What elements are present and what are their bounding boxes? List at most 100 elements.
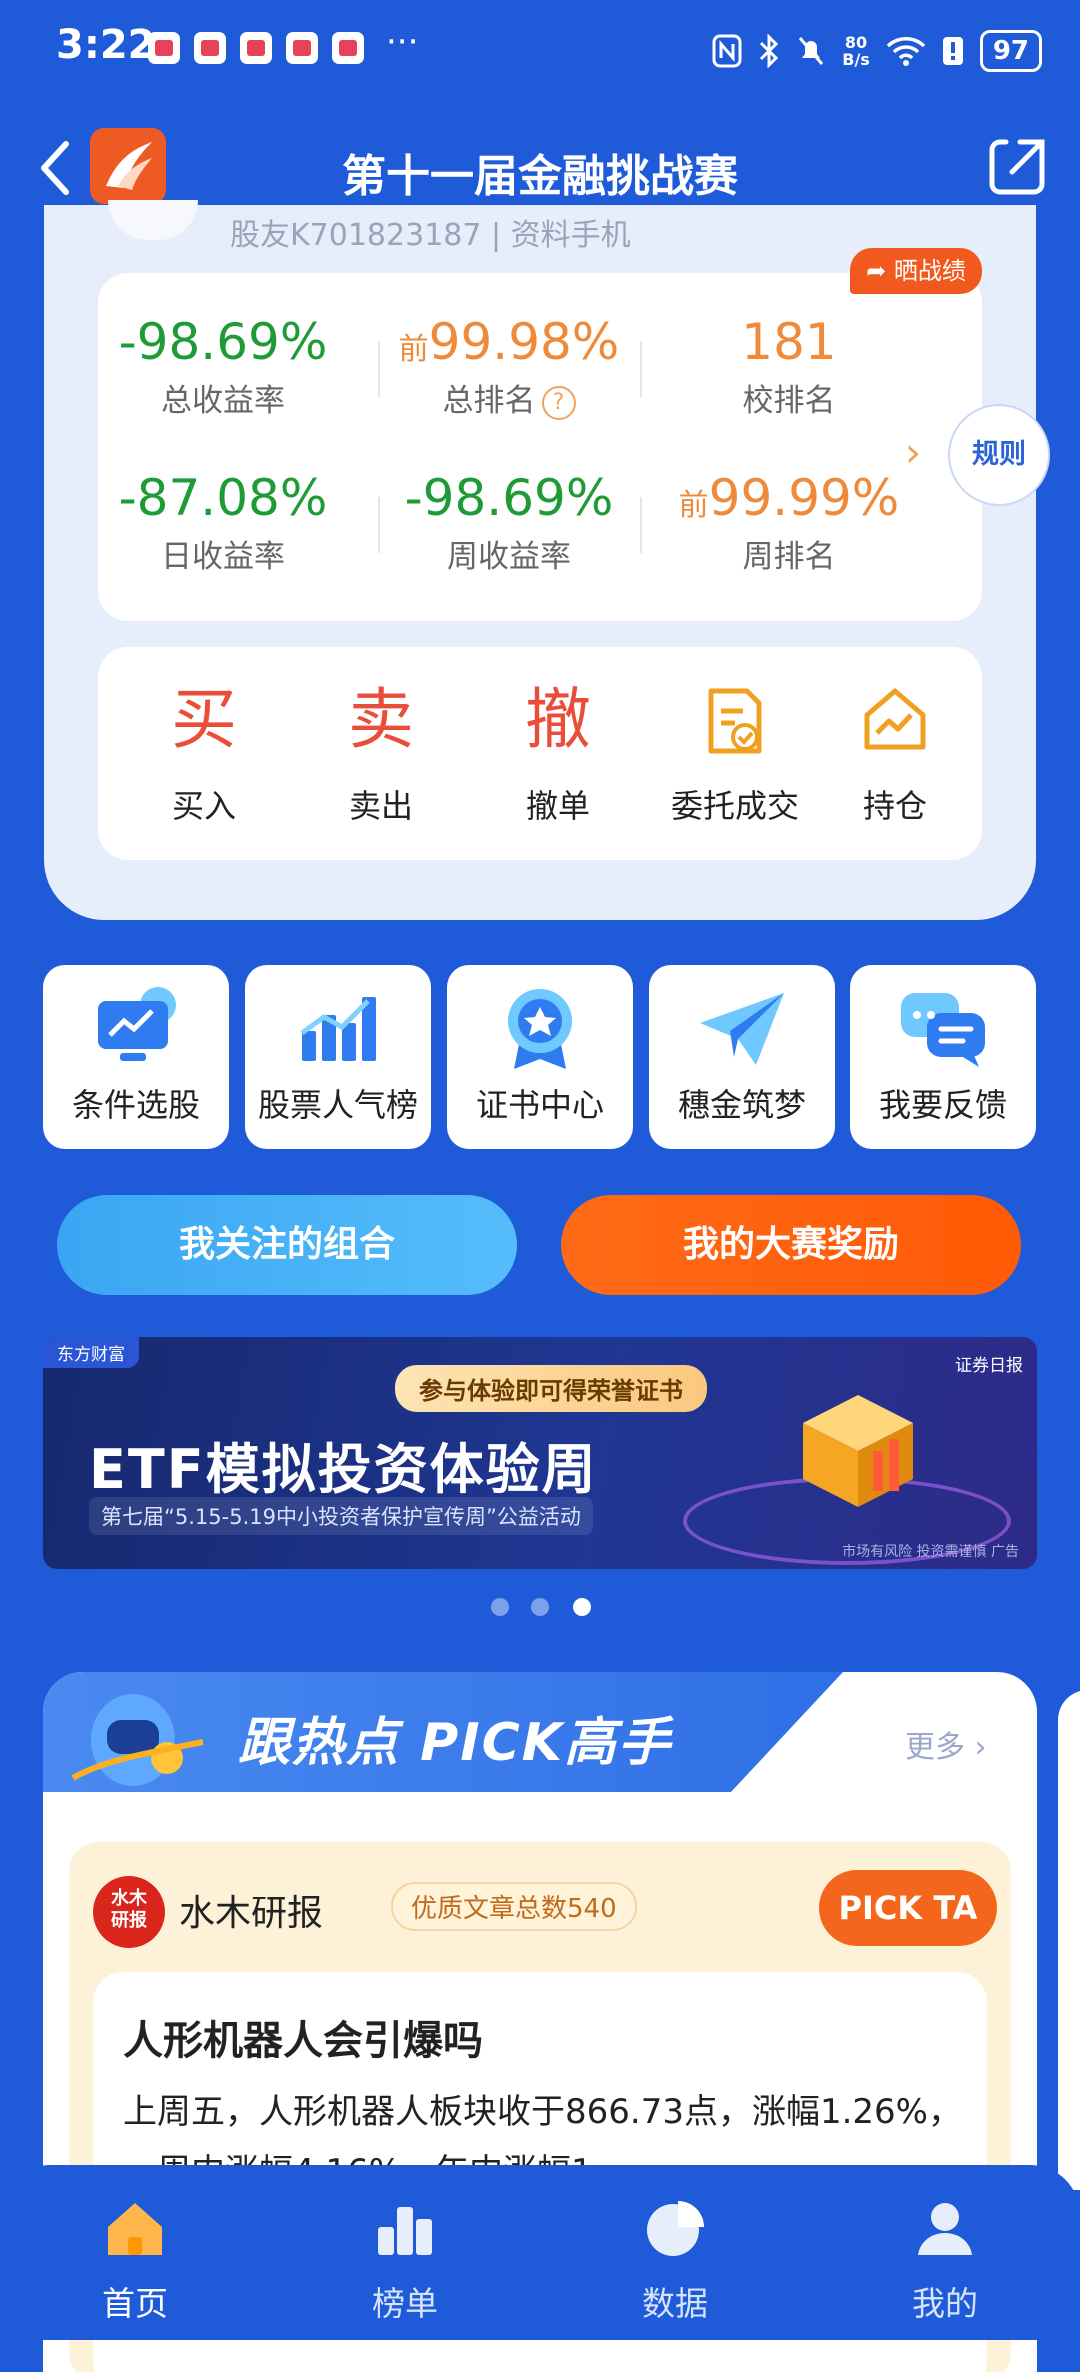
- buy-glyph: 买: [171, 681, 237, 758]
- help-icon[interactable]: ?: [541, 385, 576, 420]
- battery-level: 97: [979, 30, 1042, 72]
- nav-label: 榜单: [372, 2284, 438, 2323]
- rules-button[interactable]: 规则: [948, 404, 1050, 506]
- share-results-badge[interactable]: ➦ 晒战绩: [850, 248, 982, 294]
- more-label: 更多: [905, 1730, 965, 1765]
- paper-plane-icon: [700, 993, 784, 1065]
- next-card-peek: [1058, 1690, 1080, 2190]
- entrust-label: 委托成交: [670, 787, 799, 825]
- gift-box-icon: [803, 1395, 913, 1507]
- stat-weekly-return: -98.69% 周收益率: [384, 469, 634, 576]
- cancel-order-button[interactable]: 撤 撤单: [478, 677, 638, 827]
- more-link[interactable]: 更多 ›: [905, 1722, 987, 1766]
- banner-disclaimer: 市场有风险 投资需谨慎 广告: [842, 1544, 1019, 1560]
- author-avatar: 水木 研报: [93, 1876, 165, 1948]
- divider: [378, 341, 380, 397]
- hot-picks-title: 跟热点 PICK高手: [238, 1713, 673, 1773]
- carousel-dot[interactable]: [491, 1598, 509, 1616]
- author-badge: 优质文章总数540: [391, 1882, 637, 1931]
- stat-label: 总排名: [442, 383, 536, 419]
- position-button[interactable]: 持仓: [815, 677, 975, 827]
- status-bar: 3:22 ··· 80 B/s 97: [0, 0, 1080, 110]
- nav-profile[interactable]: 我的: [875, 2193, 1015, 2325]
- sell-glyph: 卖: [348, 681, 414, 758]
- divider: [640, 341, 642, 397]
- pie-chart-icon: [647, 2201, 704, 2256]
- status-right: 80 B/s 97: [712, 30, 1042, 72]
- buy-label: 买入: [171, 787, 236, 825]
- nav-label: 数据: [642, 2284, 708, 2323]
- page-title: 第十一届金融挑战赛: [342, 151, 738, 202]
- notification-app-icon: [240, 32, 272, 64]
- bluetooth-icon: [760, 34, 779, 68]
- notification-icons: [148, 32, 364, 64]
- tool-label: 穗金筑梦: [677, 1086, 806, 1124]
- tool-label: 条件选股: [71, 1086, 200, 1124]
- tool-label: 股票人气榜: [257, 1086, 418, 1124]
- nav-label: 首页: [102, 2284, 168, 2323]
- tool-label: 我要反馈: [878, 1086, 1007, 1124]
- nav-leaderboard[interactable]: 榜单: [335, 2193, 475, 2325]
- cancel-label: 撤单: [525, 787, 590, 825]
- status-time: 3:22: [56, 22, 156, 68]
- divider: [378, 497, 380, 553]
- stat-label: 日收益率: [161, 539, 285, 575]
- tool-feedback[interactable]: 我要反馈: [850, 965, 1036, 1149]
- rank-prefix: 前: [398, 332, 429, 367]
- tool-stock-screener[interactable]: 条件选股: [43, 965, 229, 1149]
- stats-panel[interactable]: -98.69% 总收益率 前99.98% 总排名? 181 校排名 -87.08…: [98, 273, 982, 621]
- medal-icon: [508, 989, 572, 1069]
- entrust-deal-button[interactable]: 委托成交: [655, 677, 815, 827]
- tool-dream-program[interactable]: 穗金筑梦: [649, 965, 835, 1149]
- net-speed: 80 B/s: [842, 33, 870, 69]
- buy-button[interactable]: 买 买入: [124, 677, 284, 827]
- pick-ta-button[interactable]: PICK TA: [819, 1870, 997, 1946]
- entrust-icon: [708, 688, 762, 754]
- contest-rewards-button[interactable]: 我的大赛奖励: [561, 1195, 1021, 1295]
- carousel-dot-active[interactable]: [573, 1598, 591, 1616]
- user-icon: [918, 2203, 972, 2255]
- home-icon: [108, 2203, 162, 2255]
- alert-icon: [942, 37, 963, 65]
- bottom-nav: 首页 榜单 数据 我的: [0, 2165, 1080, 2340]
- cancel-glyph: 撤: [525, 681, 591, 758]
- banner-subline: 第七届“5.15-5.19中小投资者保护宣传周”公益活动: [89, 1497, 593, 1535]
- article-title: 人形机器人会引爆吗: [123, 2018, 483, 2064]
- divider: [640, 497, 642, 553]
- stat-total-rank: 前99.98% 总排名?: [384, 313, 634, 420]
- wifi-icon: [886, 37, 926, 66]
- stat-weekly-rank: 前99.99% 周排名: [664, 469, 914, 576]
- nfc-icon: [712, 34, 742, 68]
- stat-label: 校排名: [742, 383, 836, 419]
- stat-value: -87.08%: [118, 469, 328, 527]
- nav-data[interactable]: 数据: [605, 2193, 745, 2325]
- stat-value: 181: [741, 313, 837, 371]
- stat-value: 99.99%: [708, 469, 900, 527]
- position-icon: [864, 688, 926, 750]
- sell-label: 卖出: [348, 787, 413, 825]
- mute-bell-icon: [799, 37, 824, 65]
- position-label: 持仓: [862, 787, 927, 825]
- stat-total-return: -98.69% 总收益率: [98, 313, 348, 420]
- followed-portfolios-button[interactable]: 我关注的组合: [57, 1195, 517, 1295]
- stat-value: 99.98%: [428, 313, 620, 371]
- tool-certificate-center[interactable]: 证书中心: [447, 965, 633, 1149]
- stat-label: 周排名: [742, 539, 836, 575]
- nav-home[interactable]: 首页: [65, 2193, 205, 2325]
- chevron-right-icon: ›: [974, 1730, 987, 1765]
- share-icon[interactable]: [986, 136, 1048, 198]
- notification-app-icon: [286, 32, 318, 64]
- banner-pill: 参与体验即可得荣誉证书: [395, 1365, 707, 1412]
- promo-banner[interactable]: 东方财富 证券日报 参与体验即可得荣誉证书 ETF模拟投资体验周 第七届“5.1…: [43, 1337, 1037, 1569]
- carousel-dot[interactable]: [531, 1598, 549, 1616]
- robot-mascot-icon: [71, 1694, 204, 1786]
- share-results-label: 晒战绩: [893, 257, 966, 285]
- sell-button[interactable]: 卖 卖出: [301, 677, 461, 827]
- stat-school-rank: 181 校排名: [664, 313, 914, 420]
- leaderboard-icon: [378, 2207, 432, 2255]
- chevron-right-icon[interactable]: ›: [905, 430, 921, 476]
- trade-actions: 买 买入 卖 卖出 撤 撤单 委托成交 持仓: [98, 647, 982, 860]
- stat-label: 周收益率: [447, 539, 571, 575]
- share-arrow-icon: ➦: [866, 257, 894, 285]
- tool-stock-popularity[interactable]: 股票人气榜: [245, 965, 431, 1149]
